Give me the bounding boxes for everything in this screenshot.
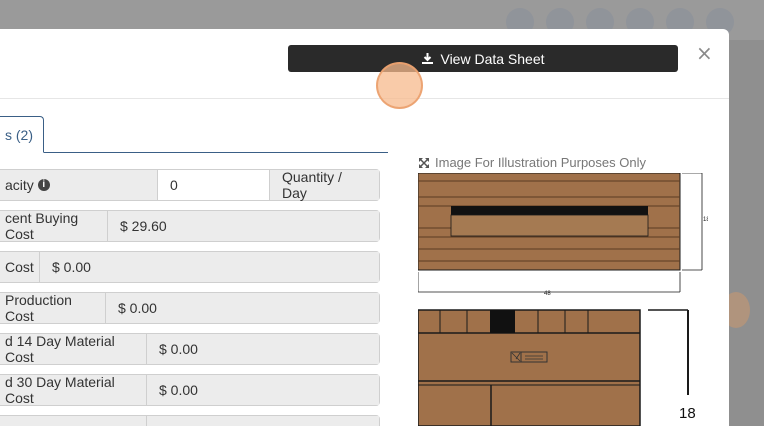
next-cost-value: [147, 416, 379, 426]
next-cost-row: [0, 415, 380, 426]
top-width-label: 48: [544, 291, 551, 297]
close-icon[interactable]: ×: [696, 43, 713, 63]
material-cost-30-row: d 30 Day Material Cost $ 0.00: [0, 374, 380, 406]
pallet-side-view: 18: [418, 309, 696, 426]
recent-buying-cost-label: cent Buying Cost: [0, 210, 108, 242]
cost-value: $ 0.00: [40, 252, 379, 282]
expand-icon: [419, 157, 429, 168]
material-cost-30-value: $ 0.00: [147, 375, 379, 405]
cost-label: Cost: [0, 252, 40, 282]
modal-header: View Data Sheet ×: [0, 29, 729, 99]
recent-buying-cost-row: cent Buying Cost $ 29.60: [0, 210, 380, 242]
illustration-caption: Image For Illustration Purposes Only: [418, 155, 646, 170]
capacity-label: acity i: [0, 170, 158, 200]
material-cost-14-label: d 14 Day Material Cost: [0, 333, 147, 365]
capacity-unit: Quantity / Day: [270, 169, 379, 201]
background-page-side: [729, 40, 764, 426]
illustration-caption-text: Image For Illustration Purposes Only: [435, 155, 646, 170]
material-cost-14-row: d 14 Day Material Cost $ 0.00: [0, 333, 380, 365]
capacity-label-text: acity: [5, 177, 34, 193]
tab-active[interactable]: s (2): [0, 116, 44, 153]
recent-buying-cost-value: $ 29.60: [108, 211, 379, 241]
capacity-input[interactable]: 0: [158, 170, 270, 200]
production-cost-value: $ 0.00: [106, 293, 379, 323]
pallet-illustration: 18 48 18: [418, 173, 708, 426]
material-cost-14-value: $ 0.00: [147, 334, 379, 364]
view-data-sheet-label: View Data Sheet: [440, 50, 545, 67]
download-icon: [422, 53, 434, 64]
side-height-label: 18: [679, 405, 696, 422]
material-cost-30-label: d 30 Day Material Cost: [0, 374, 147, 406]
tab-bar: s (2): [0, 116, 388, 153]
cost-row: Cost $ 0.00: [0, 251, 380, 283]
cursor-indicator: [376, 62, 423, 109]
production-cost-label: Production Cost: [0, 292, 106, 324]
top-height-label: 18: [703, 217, 708, 223]
info-icon[interactable]: i: [37, 179, 50, 191]
view-data-sheet-button[interactable]: View Data Sheet: [288, 45, 678, 72]
next-cost-label: [0, 416, 147, 426]
production-cost-row: Production Cost $ 0.00: [0, 292, 380, 324]
pallet-top-view: 18 48: [418, 173, 708, 297]
product-modal: View Data Sheet × s (2) acity i 0 Quanti…: [0, 29, 729, 426]
capacity-row: acity i 0 Quantity / Day: [0, 169, 380, 201]
